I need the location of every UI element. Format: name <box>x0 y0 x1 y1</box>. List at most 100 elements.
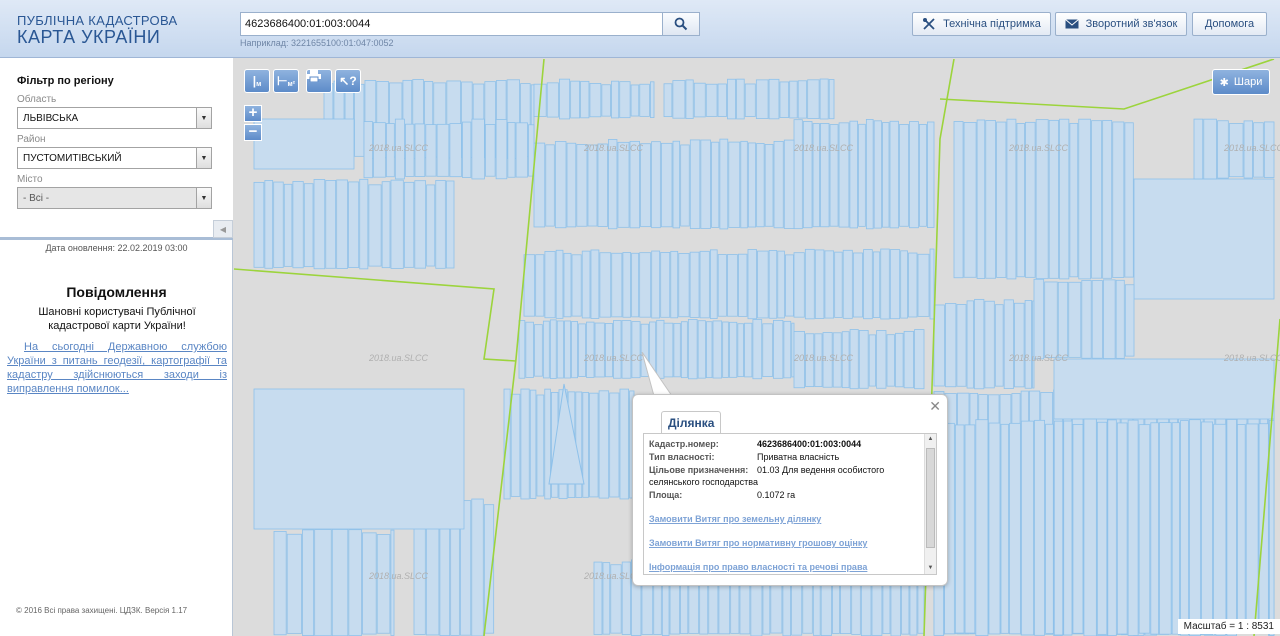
parcel[interactable] <box>503 388 511 500</box>
parcel[interactable] <box>564 320 571 379</box>
parcel[interactable] <box>1083 418 1097 636</box>
zoom-in-button[interactable]: + <box>244 105 262 122</box>
parcel[interactable] <box>680 321 688 379</box>
parcel[interactable] <box>828 79 835 120</box>
parcel[interactable] <box>1133 178 1275 300</box>
parcel[interactable] <box>672 140 681 229</box>
parcel[interactable] <box>650 81 655 118</box>
parcel[interactable] <box>525 321 534 378</box>
parcel[interactable] <box>1014 302 1025 388</box>
parcel[interactable] <box>849 120 858 229</box>
parcel[interactable] <box>314 529 332 636</box>
close-icon[interactable]: ✕ <box>929 398 941 415</box>
parcel[interactable] <box>974 298 985 390</box>
parcel[interactable] <box>1116 422 1128 635</box>
parcel[interactable] <box>762 323 773 378</box>
parcel[interactable] <box>873 120 882 229</box>
raion-select[interactable]: ПУСТОМИТІВСЬКИЙ ▼ <box>17 147 212 169</box>
parcel[interactable] <box>793 252 805 318</box>
parcel[interactable] <box>1268 419 1275 636</box>
parcel[interactable] <box>722 321 729 378</box>
parcel[interactable] <box>283 183 293 267</box>
parcel[interactable] <box>685 79 694 119</box>
parcel[interactable] <box>956 304 967 387</box>
parcel[interactable] <box>779 81 790 118</box>
parcel[interactable] <box>914 329 925 390</box>
parcel[interactable] <box>302 529 315 636</box>
parcel[interactable] <box>783 320 792 379</box>
parcel[interactable] <box>604 323 613 378</box>
parcel[interactable] <box>927 121 935 228</box>
parcel[interactable] <box>639 83 650 117</box>
parcel[interactable] <box>570 80 580 119</box>
parcel[interactable] <box>1024 300 1032 389</box>
oblast-select[interactable]: ЛЬВІВСЬКА ▼ <box>17 107 212 129</box>
parcel[interactable] <box>908 252 918 318</box>
parcel[interactable] <box>576 144 588 227</box>
parcel[interactable] <box>1107 419 1117 636</box>
parcel[interactable] <box>629 140 640 229</box>
parcel[interactable] <box>580 80 590 119</box>
parcel[interactable] <box>621 320 632 379</box>
parcel[interactable] <box>812 123 820 228</box>
parcel[interactable] <box>819 78 829 120</box>
parcel[interactable] <box>697 320 706 379</box>
parcel[interactable] <box>589 392 599 498</box>
parcel[interactable] <box>1127 419 1139 636</box>
parcel[interactable] <box>1203 118 1217 180</box>
parcel[interactable] <box>303 183 314 268</box>
parcel[interactable] <box>449 123 462 178</box>
parcel[interactable] <box>820 123 830 228</box>
parcel[interactable] <box>1091 280 1103 359</box>
parcel[interactable] <box>403 181 415 268</box>
parcel[interactable] <box>1081 280 1092 359</box>
parcel[interactable] <box>1033 278 1045 360</box>
parcel[interactable] <box>1193 118 1204 180</box>
parcel[interactable] <box>660 252 671 318</box>
parcel[interactable] <box>687 319 698 380</box>
parcel[interactable] <box>727 78 736 120</box>
cadastral-search-input[interactable] <box>240 12 663 36</box>
parcel[interactable] <box>545 144 555 227</box>
parcel[interactable] <box>390 529 395 636</box>
scroll-down-icon[interactable]: ▼ <box>925 563 936 574</box>
popup-scrollbar[interactable]: ▲ ▼ <box>924 434 936 574</box>
parcel[interactable] <box>802 121 813 229</box>
parcel[interactable] <box>755 79 769 119</box>
parcel[interactable] <box>571 254 582 317</box>
parcel[interactable] <box>966 300 974 389</box>
parcel[interactable] <box>529 389 537 499</box>
parcel[interactable] <box>736 78 745 120</box>
parcel[interactable] <box>717 83 727 117</box>
parcel[interactable] <box>886 334 895 387</box>
parcel[interactable] <box>586 321 595 378</box>
parcel[interactable] <box>793 119 803 230</box>
parcel[interactable] <box>348 529 362 636</box>
parcel[interactable] <box>858 123 866 227</box>
parcel[interactable] <box>1003 299 1014 389</box>
parcel[interactable] <box>331 529 349 636</box>
parcel[interactable] <box>1078 118 1091 280</box>
parcel[interactable] <box>663 83 673 118</box>
parcel[interactable] <box>348 181 360 268</box>
parcel[interactable] <box>1053 358 1275 420</box>
measure-area-button[interactable]: ⊢ м² <box>273 69 299 93</box>
parcel[interactable] <box>414 180 427 269</box>
parcel[interactable] <box>689 139 701 229</box>
parcel[interactable] <box>630 84 640 117</box>
parcel[interactable] <box>546 82 559 118</box>
parcel[interactable] <box>858 330 869 389</box>
parcel[interactable] <box>876 330 887 389</box>
parcel[interactable] <box>1115 279 1125 359</box>
parcel[interactable] <box>1124 284 1135 357</box>
parcel[interactable] <box>824 250 835 319</box>
parcel[interactable] <box>651 141 661 229</box>
parcel[interactable] <box>752 319 763 380</box>
parcel[interactable] <box>325 180 337 269</box>
parcel[interactable] <box>678 253 690 318</box>
parcel[interactable] <box>534 324 543 377</box>
parcel[interactable] <box>1068 281 1082 358</box>
parcel[interactable] <box>611 80 620 119</box>
parcel[interactable] <box>376 534 391 634</box>
parcel[interactable] <box>747 249 757 320</box>
